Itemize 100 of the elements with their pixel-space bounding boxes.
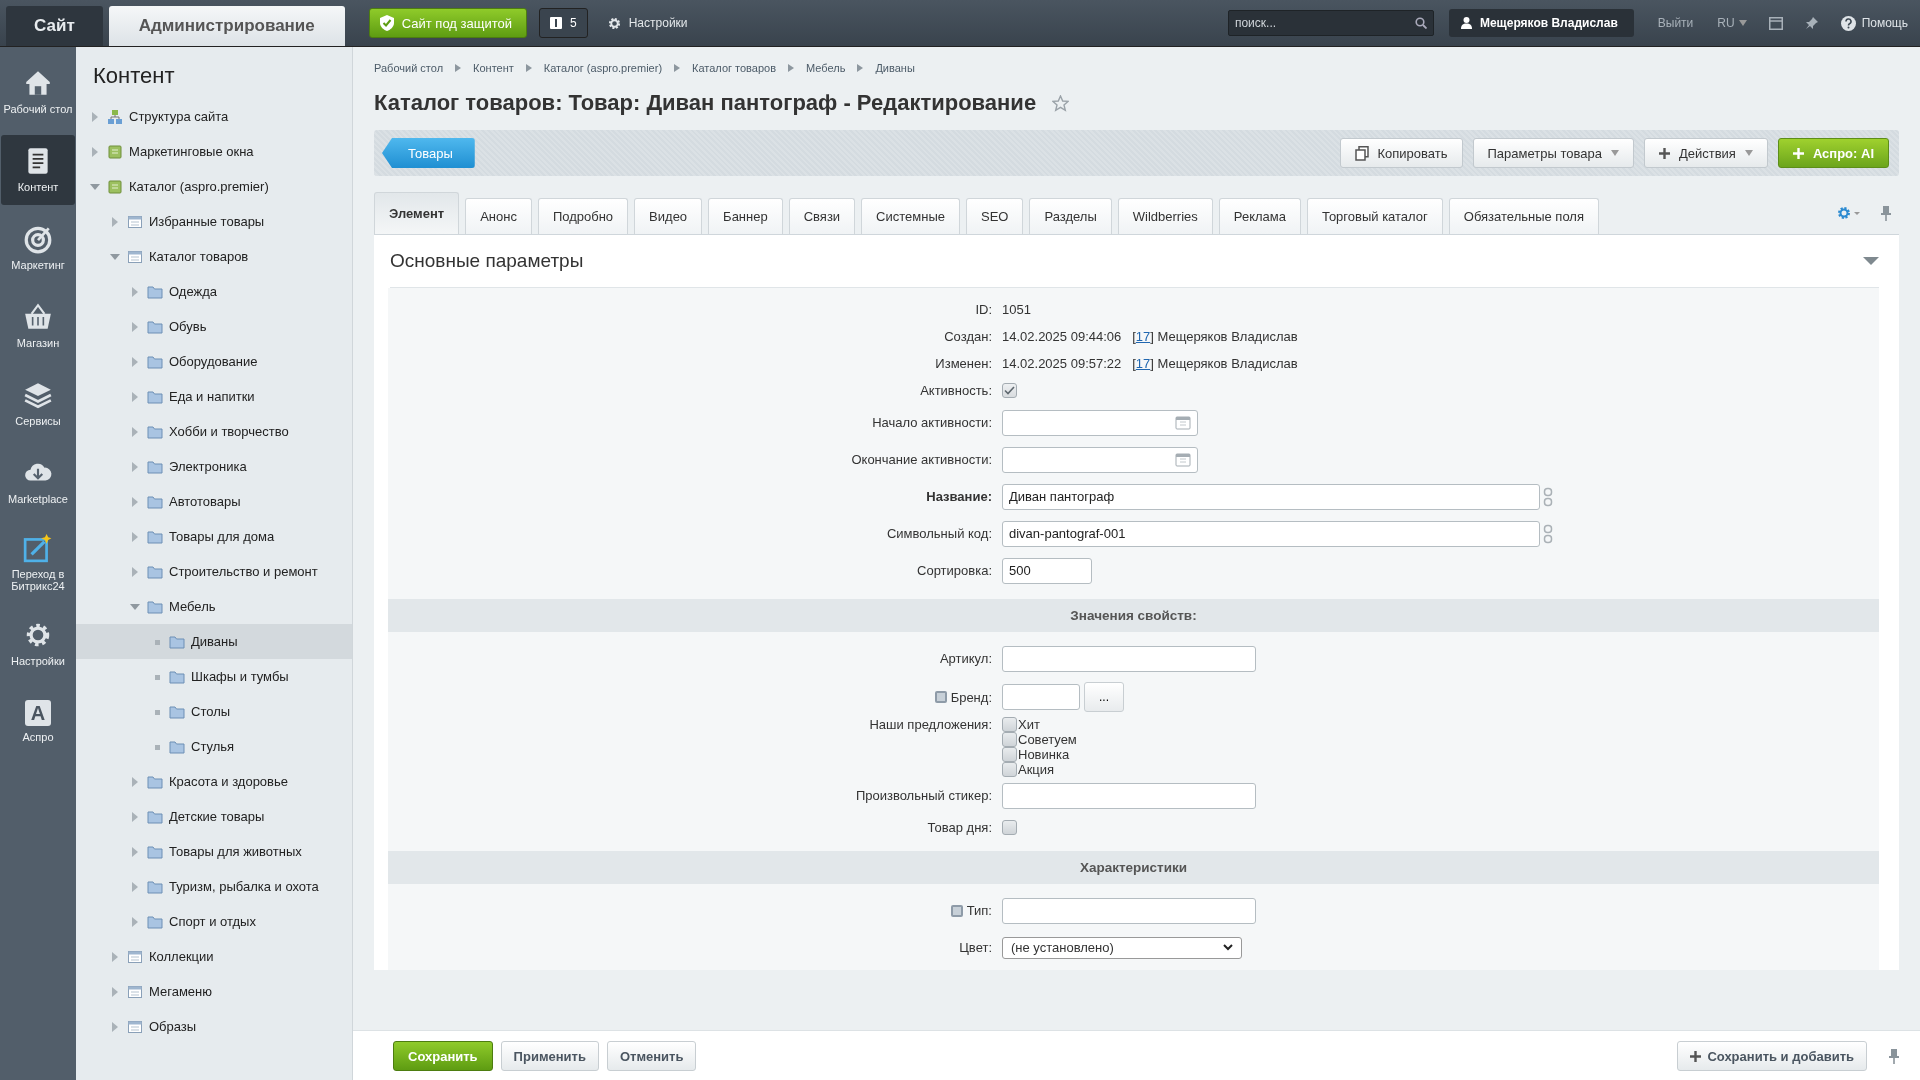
window-icon[interactable] [1768,16,1783,30]
tree-item[interactable]: Стулья [76,729,352,764]
tab[interactable]: Торговый каталог [1306,198,1443,234]
text-field[interactable]: Диван пантограф [1002,483,1540,510]
tree-item[interactable]: Одежда [76,274,352,309]
nav-item[interactable]: Маркетинг [0,213,76,283]
calendar-icon[interactable] [1175,415,1191,430]
help-icon[interactable] [934,691,947,703]
text-field[interactable] [1002,684,1080,710]
tab[interactable]: SEO [966,198,1024,234]
nav-item[interactable]: Настройки [0,608,76,679]
breadcrumb-link[interactable]: Рабочий стол [374,62,444,74]
select-field[interactable]: (не установлено) [1002,936,1242,959]
checkbox[interactable] [1002,732,1017,747]
link-icon[interactable] [1543,486,1553,507]
tree-item[interactable]: Еда и напитки [76,379,352,414]
text-field[interactable] [1002,897,1256,924]
tab[interactable]: Разделы [1029,198,1112,234]
tree-item[interactable]: Детские товары [76,799,352,834]
settings-link[interactable]: Настройки [601,15,694,31]
footer-button[interactable]: Отменить [606,1041,697,1071]
tree-item[interactable]: Коллекции [76,939,352,974]
tree-item[interactable]: Туризм, рыбалка и охота [76,869,352,904]
help-icon[interactable] [950,904,963,917]
dropdown-button[interactable]: Параметры товара [1472,138,1634,168]
date-field[interactable] [1002,409,1198,436]
top-tab[interactable]: Администрирование [108,6,345,46]
tree-item[interactable]: Строительство и ремонт [76,554,352,589]
nav-item[interactable]: Marketplace [0,447,76,517]
tree-item[interactable]: Шкафы и тумбы [76,659,352,694]
nav-item[interactable]: A Аспро [0,686,76,757]
tree-item[interactable]: Диваны [76,624,352,659]
tree-item[interactable]: Маркетинговые окна [76,134,352,169]
help-link[interactable]: Помощь [1840,15,1908,31]
tree-item[interactable]: Хобби и творчество [76,414,352,449]
tab[interactable]: Баннер [708,198,783,234]
tree-item[interactable]: Обувь [76,309,352,344]
tree-item[interactable]: Избранные товары [76,204,352,239]
text-field[interactable]: 500 [1002,557,1092,584]
logout-link[interactable]: Выйти [1657,16,1694,30]
tree-item[interactable]: Мебель [76,589,352,624]
breadcrumb-link[interactable]: Каталог товаров [692,62,777,74]
tree-item[interactable]: Автотовары [76,484,352,519]
nav-item[interactable]: Переход в Битрикс24 [0,525,76,601]
checkbox[interactable] [1002,717,1017,732]
checkbox[interactable] [1002,820,1017,835]
tree-item[interactable]: Спорт и отдых [76,904,352,939]
tab[interactable]: Wildberries [1117,198,1213,234]
tree-item[interactable]: Товары для животных [76,834,352,869]
tree-item[interactable]: Электроника [76,449,352,484]
search-field[interactable]: поиск... [1227,10,1434,36]
calendar-icon[interactable] [1175,452,1191,467]
save-and-add-button[interactable]: Сохранить и добавить [1677,1041,1867,1071]
tree-item[interactable]: Каталог товаров [76,239,352,274]
settings-icon[interactable] [1837,206,1861,220]
link-icon[interactable] [1543,523,1553,544]
tree-item[interactable]: Мегаменю [76,974,352,1009]
pin-icon[interactable] [1881,205,1891,221]
tab[interactable]: Элемент [374,192,460,234]
text-field[interactable]: divan-pantograf-001 [1002,520,1540,547]
breadcrumb-link[interactable]: Каталог (aspro.premier) [543,62,663,74]
tree-item[interactable]: Товары для дома [76,519,352,554]
tree-item[interactable]: Оборудование [76,344,352,379]
breadcrumb-link[interactable]: Мебель [806,62,846,74]
tab[interactable]: Подробно [537,198,629,234]
nav-item[interactable]: Магазин [0,291,76,361]
tab[interactable]: Анонс [465,198,532,234]
breadcrumb-link[interactable]: Диваны [875,62,915,74]
checkbox[interactable] [1002,383,1017,398]
tab[interactable]: Реклама [1218,198,1301,234]
collapse-arrow-icon[interactable] [1863,256,1879,266]
tree-item[interactable]: Образы [76,1009,352,1044]
actions-button[interactable]: Действия [1643,138,1768,168]
pin-icon[interactable] [1889,1048,1899,1064]
star-icon[interactable] [1052,94,1070,112]
breadcrumb-link[interactable]: Контент [473,62,514,74]
user-button[interactable]: Мещеряков Владислав [1448,9,1634,37]
tree-item[interactable]: Структура сайта [76,99,352,134]
notifications-button[interactable]: 5 [539,8,588,38]
tab[interactable]: Системные [861,198,960,234]
tree-item[interactable]: Каталог (aspro.premier) [76,169,352,204]
date-field[interactable] [1002,446,1198,473]
pin-icon[interactable] [1804,16,1819,30]
tab[interactable]: Связи [788,198,856,234]
browse-button[interactable]: ... [1084,682,1124,712]
copy-button[interactable]: Копировать [1339,138,1463,168]
tree-item[interactable]: Столы [76,694,352,729]
nav-item[interactable]: Рабочий стол [0,57,76,127]
top-tab[interactable]: Сайт [6,6,103,46]
tab[interactable]: Обязательные поля [1448,198,1599,234]
language-selector[interactable]: RU [1717,16,1747,30]
text-field[interactable] [1002,782,1256,809]
text-field[interactable] [1002,645,1256,672]
nav-item[interactable]: Сервисы [0,369,76,439]
checkbox[interactable] [1002,762,1017,777]
checkbox[interactable] [1002,747,1017,762]
footer-button[interactable]: Применить [500,1041,599,1071]
tab[interactable]: Видео [634,198,703,234]
tree-item[interactable]: Красота и здоровье [76,764,352,799]
nav-item[interactable]: Контент [1,135,75,205]
